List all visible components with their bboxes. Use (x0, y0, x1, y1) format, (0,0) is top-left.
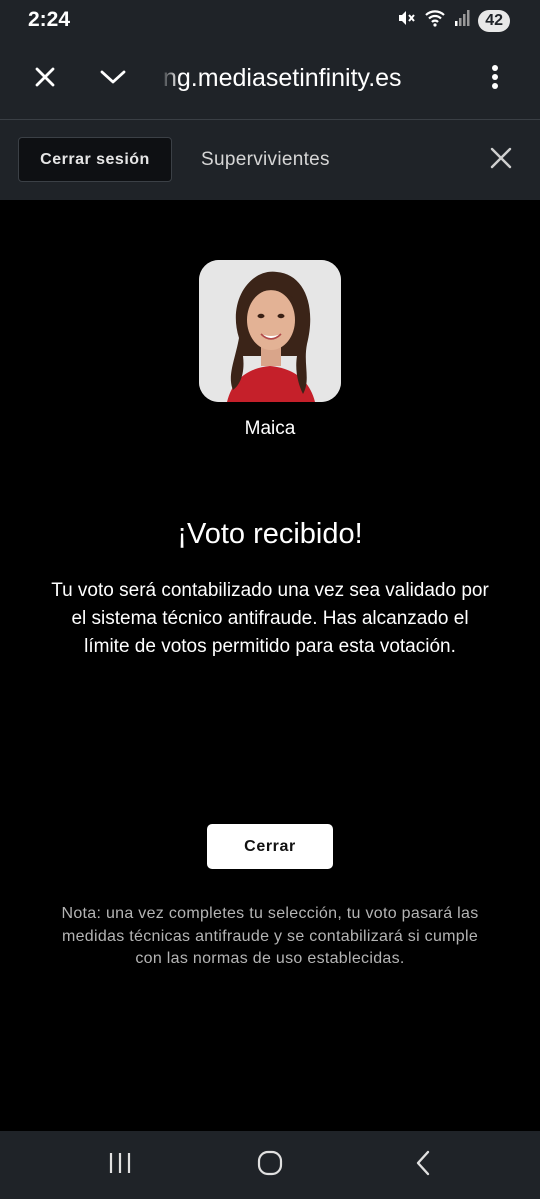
close-button[interactable]: Cerrar (207, 824, 333, 869)
close-tab-button[interactable] (25, 59, 65, 99)
logout-button[interactable]: Cerrar sesión (18, 137, 172, 182)
wifi-icon (424, 8, 446, 33)
vote-confirmation: Maica ¡Voto recibido! Tu voto será conta… (0, 200, 540, 1131)
signal-icon (454, 9, 470, 32)
status-icons: 42 (396, 8, 510, 33)
recent-apps-button[interactable] (100, 1149, 140, 1181)
more-vertical-icon (491, 64, 499, 95)
confirmation-message: Tu voto será contabilizado una vez sea v… (51, 580, 489, 657)
collapse-button[interactable] (92, 59, 134, 99)
back-icon (414, 1150, 432, 1181)
home-button[interactable] (250, 1147, 290, 1183)
home-icon (257, 1150, 283, 1181)
more-options-button[interactable] (478, 59, 512, 99)
system-nav-bar (0, 1131, 540, 1199)
status-bar: 2:24 42 (0, 0, 540, 40)
close-icon (34, 66, 56, 93)
close-icon (490, 147, 512, 174)
url-field[interactable]: ng.mediasetinfinity.es (163, 64, 423, 93)
back-button[interactable] (403, 1147, 443, 1183)
candidate-name: Maica (244, 418, 296, 439)
recent-apps-icon (107, 1151, 133, 1180)
mute-icon (396, 8, 416, 33)
avatar (199, 260, 341, 402)
close-page-button[interactable] (482, 142, 520, 178)
chevron-down-icon (100, 69, 126, 90)
browser-toolbar: ng.mediasetinfinity.es (0, 40, 540, 120)
disclaimer-note: Nota: una vez completes tu selección, tu… (61, 905, 479, 967)
page-header: Cerrar sesión Supervivientes (0, 120, 540, 200)
status-time: 2:24 (28, 8, 71, 31)
confirmation-heading: ¡Voto recibido! (177, 518, 363, 550)
page-title: Supervivientes (201, 149, 330, 170)
url-fade (160, 56, 180, 100)
battery-icon: 42 (478, 9, 510, 32)
